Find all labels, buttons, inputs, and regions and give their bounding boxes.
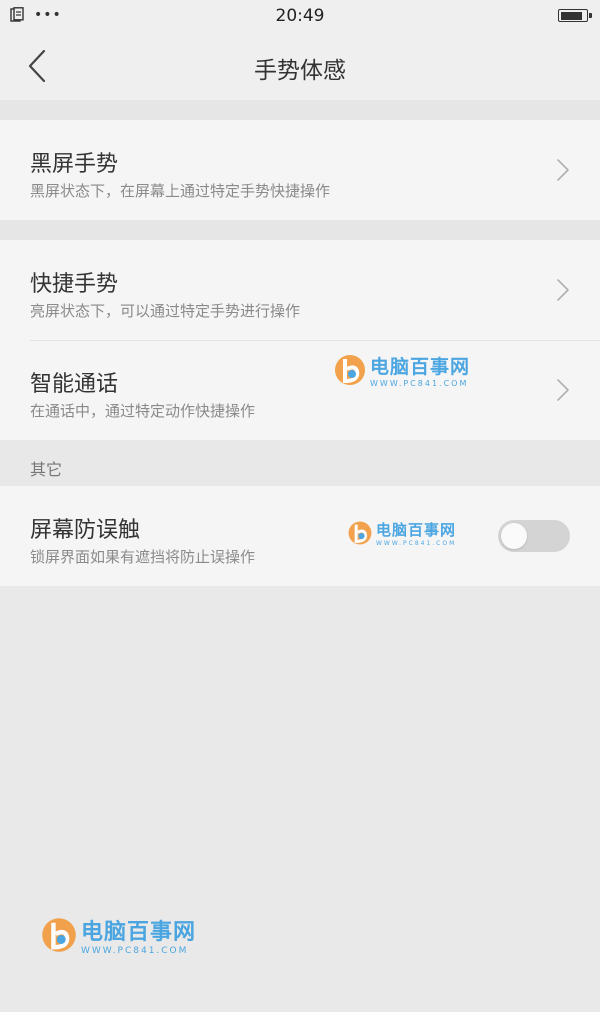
setting-screen-off-gesture[interactable]: 黑屏手势 黑屏状态下，在屏幕上通过特定手势快捷操作 xyxy=(0,120,600,220)
pc841-logo-icon xyxy=(335,355,365,385)
setting-accidental-touch-prevention[interactable]: 屏幕防误触 锁屏界面如果有遮挡将防止误操作 xyxy=(0,486,600,586)
setting-title: 智能通话 xyxy=(30,372,119,397)
section-gap xyxy=(0,100,600,120)
setting-title: 黑屏手势 xyxy=(30,152,119,177)
watermark-logo: 电脑百事网 WWW.PC841.COM xyxy=(40,914,196,956)
accidental-touch-toggle[interactable] xyxy=(498,520,570,552)
pc841-logo-icon xyxy=(42,918,76,952)
section-gap xyxy=(0,220,600,240)
watermark-en-text: WWW.PC841.COM xyxy=(370,379,469,388)
section-header-label: 其它 xyxy=(30,460,63,479)
watermark-cn-text: 电脑百事网 xyxy=(376,521,457,539)
status-bar: ••• 20:49 xyxy=(0,0,600,32)
setting-description: 锁屏界面如果有遮挡将防止误操作 xyxy=(30,548,256,566)
toggle-knob xyxy=(501,523,527,549)
watermark-logo: 电脑百事网 WWW.PC841.COM xyxy=(333,352,470,388)
navigation-bar: 手势体感 xyxy=(0,32,600,100)
chevron-right-icon xyxy=(557,279,569,301)
battery-level xyxy=(560,11,583,20)
settings-group-gestures: 快捷手势 亮屏状态下，可以通过特定手势进行操作 智能通话 在通话中，通过特定动作… xyxy=(0,240,600,440)
section-header-other: 其它 xyxy=(0,440,600,486)
chevron-right-icon xyxy=(557,159,569,181)
pc841-logo-icon xyxy=(348,521,372,545)
setting-quick-gesture[interactable]: 快捷手势 亮屏状态下，可以通过特定手势进行操作 xyxy=(0,240,600,340)
settings-group-other: 屏幕防误触 锁屏界面如果有遮挡将防止误操作 xyxy=(0,486,600,586)
battery-icon xyxy=(558,9,592,22)
watermark-cn-text: 电脑百事网 xyxy=(370,356,471,378)
page-title: 手势体感 xyxy=(254,58,346,84)
status-time: 20:49 xyxy=(275,6,325,26)
setting-description: 亮屏状态下，可以通过特定手势进行操作 xyxy=(30,302,301,320)
setting-title: 快捷手势 xyxy=(30,272,119,297)
setting-description: 黑屏状态下，在屏幕上通过特定手势快捷操作 xyxy=(30,182,331,200)
watermark-logo: 电脑百事网 WWW.PC841.COM xyxy=(347,519,456,547)
watermark-en-text: WWW.PC841.COM xyxy=(81,946,189,956)
setting-smart-call[interactable]: 智能通话 在通话中，通过特定动作快捷操作 xyxy=(0,340,600,440)
setting-title: 屏幕防误触 xyxy=(30,518,141,543)
settings-group-screen-off: 黑屏手势 黑屏状态下，在屏幕上通过特定手势快捷操作 xyxy=(0,120,600,220)
setting-description: 在通话中，通过特定动作快捷操作 xyxy=(30,402,256,420)
chevron-right-icon xyxy=(557,379,569,401)
watermark-en-text: WWW.PC841.COM xyxy=(376,540,457,547)
watermark-cn-text: 电脑百事网 xyxy=(81,920,197,945)
